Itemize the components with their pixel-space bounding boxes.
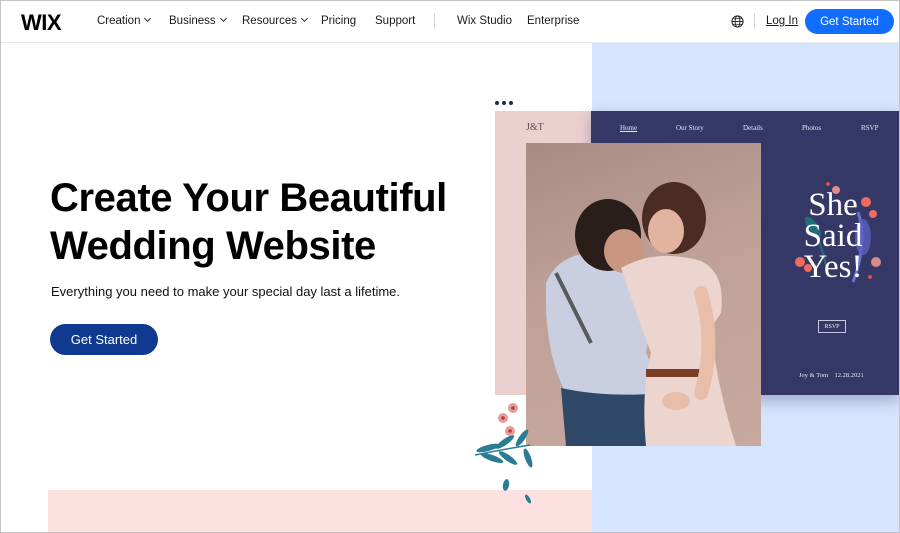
couple-names: Joy & Tom [799,372,829,379]
mockup-nav-rsvp[interactable]: RSVP [861,124,879,132]
nav-business[interactable]: Business [169,14,227,27]
headline-line2: Said [803,218,863,254]
chevron-down-icon [219,14,227,23]
headline-line3: Yes! [803,249,863,285]
nav-enterprise[interactable]: Enterprise [527,15,579,27]
hero-title-line2: Wedding Website [50,224,376,268]
hero-subtitle: Everything you need to make your special… [51,284,401,299]
hero-title-line1: Create Your Beautiful [50,176,447,220]
nav-divider [434,13,435,29]
nav-creation-label: Creation [97,15,141,27]
header-get-started-button[interactable]: Get Started [805,9,894,34]
nav-support[interactable]: Support [375,15,415,27]
couple-embracing-photo [526,143,761,446]
mockup-couple-date: Joy & Tom 12.28.2021 [799,372,864,379]
chevron-down-icon [144,14,152,23]
mockup-logo: J&T [526,122,544,133]
nav-resources[interactable]: Resources [242,14,309,27]
nav-pricing[interactable]: Pricing [321,15,356,27]
wix-logo[interactable]: WIX [21,10,62,36]
mockup-nav-our-story[interactable]: Our Story [676,124,704,132]
wedding-date: 12.28.2021 [834,372,864,379]
globe-icon[interactable] [731,15,744,28]
mockup-nav-home[interactable]: Home [620,124,637,132]
leaf-decoration-icon [474,403,533,504]
mockup-rsvp-button[interactable]: RSVP [818,320,846,333]
nav-creation[interactable]: Creation [97,14,152,27]
chevron-down-icon [300,14,309,23]
nav-resources-label: Resources [242,15,297,27]
mockup-nav-details[interactable]: Details [743,124,763,132]
hero-title: Create Your Beautiful Wedding Website [50,174,447,270]
mockup-nav-photos[interactable]: Photos [802,124,821,132]
mockup-headline: She Said Yes! [778,187,888,285]
more-dots-icon[interactable] [495,101,513,105]
hero-get-started-button[interactable]: Get Started [50,324,158,355]
login-link[interactable]: Log In [766,15,798,27]
top-navigation: WIX Creation Business Resources Pricing … [0,0,900,43]
nav-wix-studio[interactable]: Wix Studio [457,15,512,27]
header-divider [754,13,755,29]
headline-line1: She [808,187,858,223]
nav-business-label: Business [169,15,216,27]
